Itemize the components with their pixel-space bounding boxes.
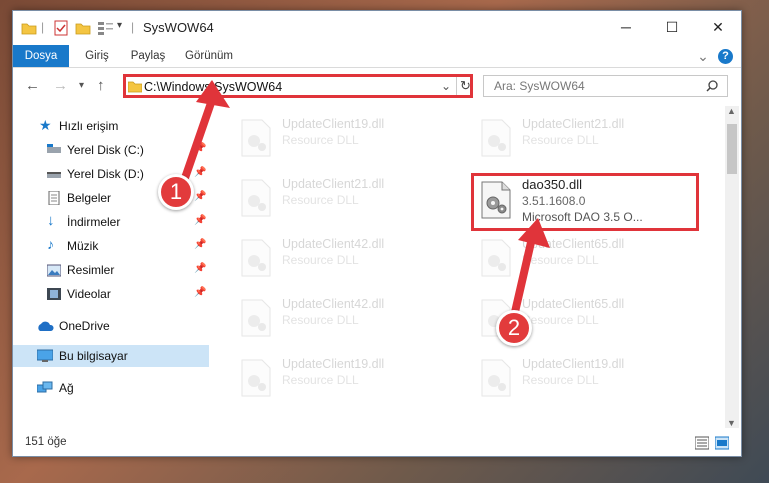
annotation-overlay [181, 80, 550, 316]
arrow-1 [181, 80, 230, 182]
callout-badge-2: 2 [496, 310, 532, 346]
callout-badge-1: 1 [158, 174, 194, 210]
arrow-2 [511, 218, 550, 316]
